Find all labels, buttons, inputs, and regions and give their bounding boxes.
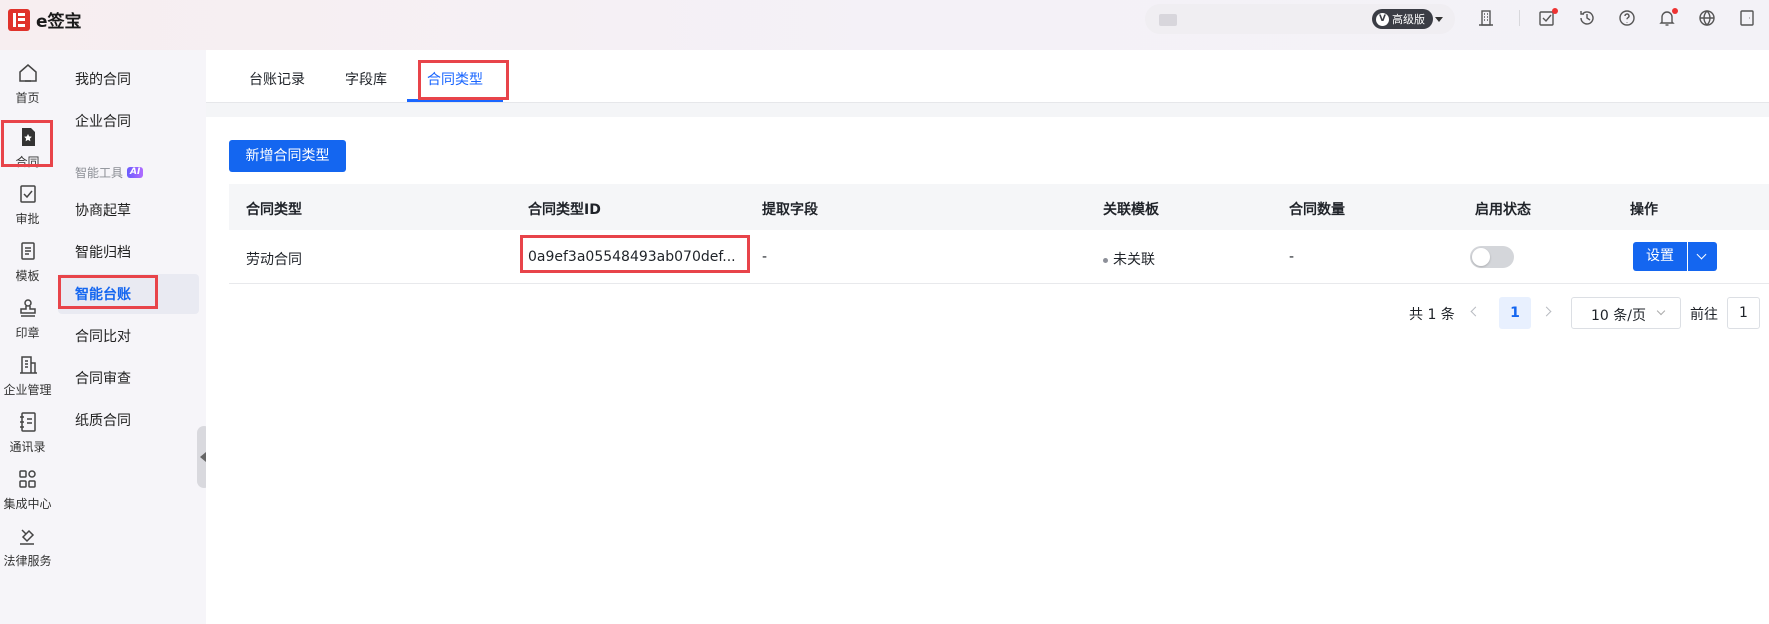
table-header: 合同类型 合同类型ID 提取字段 关联模板 合同数量 启用状态 操作 <box>229 184 1769 230</box>
toolbar-divider <box>1519 10 1520 26</box>
globe-icon[interactable] <box>1698 9 1716 27</box>
template-status: 未关联 <box>1113 252 1155 268</box>
notification-dot <box>1552 8 1558 14</box>
top-bar: e签宝 V 高级版 <box>0 0 1769 50</box>
highlight-contract-types-tab <box>418 60 509 100</box>
main-content: 台账记录 字段库 合同类型 新增合同类型 合同类型 合同类型ID 提取字段 关联… <box>206 50 1769 624</box>
rail-label: 集成中心 <box>3 497 52 511</box>
edition-badge: V 高级版 <box>1372 9 1433 29</box>
subnav-item-negotiate[interactable]: 协商起草 <box>75 200 131 220</box>
column-header: 合同类型 <box>246 202 302 218</box>
contacts-icon <box>19 412 36 432</box>
enterprise-icon <box>19 356 37 374</box>
pagination-total: 共 1 条 <box>1409 307 1455 323</box>
enable-toggle[interactable] <box>1470 246 1514 268</box>
rail-item-legal[interactable]: 法律服务 <box>0 518 55 576</box>
subnav-item-paper[interactable]: 纸质合同 <box>75 410 131 430</box>
org-name-placeholder <box>1159 14 1177 26</box>
more-actions-dropdown[interactable] <box>1688 242 1717 271</box>
rail-item-integration[interactable]: 集成中心 <box>0 461 55 519</box>
table-row: 劳动合同 0a9ef3a05548493ab070def... - 未关联 - … <box>229 230 1769 284</box>
column-header: 关联模板 <box>1103 202 1159 218</box>
tab-field-library[interactable]: 字段库 <box>345 69 387 89</box>
home-icon <box>18 64 37 82</box>
integration-icon <box>18 470 36 488</box>
rail-item-contacts[interactable]: 通讯录 <box>0 404 55 462</box>
rail-item-approval[interactable]: 审批 <box>0 176 55 234</box>
column-header: 提取字段 <box>762 202 818 218</box>
goto-page-input[interactable]: 1 <box>1727 297 1760 329</box>
legal-icon <box>19 529 34 545</box>
bell-icon[interactable] <box>1658 8 1678 27</box>
highlight-ledger-nav <box>58 275 158 309</box>
rail-label: 通讯录 <box>9 440 46 454</box>
rail-label: 印章 <box>15 326 40 340</box>
building-icon[interactable] <box>1477 9 1495 27</box>
highlight-contract-nav <box>1 120 53 167</box>
subnav-item-enterprise-contracts[interactable]: 企业合同 <box>75 111 131 131</box>
notification-dot <box>1672 8 1678 14</box>
column-header: 操作 <box>1630 202 1658 218</box>
highlight-contract-type-id <box>520 235 750 273</box>
rail-label: 企业管理 <box>3 383 52 397</box>
section-label: 智能工具 <box>75 166 124 180</box>
cell-contract-count: - <box>1289 249 1295 265</box>
rail-label: 首页 <box>15 91 40 105</box>
prev-page-icon[interactable] <box>1470 306 1481 317</box>
seal-icon <box>19 299 36 317</box>
subnav-item-my-contracts[interactable]: 我的合同 <box>75 69 131 89</box>
org-switcher[interactable]: V 高级版 <box>1145 4 1455 34</box>
tab-bar: 台账记录 字段库 合同类型 <box>206 50 1769 103</box>
rail-item-template[interactable]: 模板 <box>0 233 55 291</box>
ai-badge: AI <box>127 167 144 178</box>
page-button[interactable]: 1 <box>1499 297 1531 329</box>
rail-label: 模板 <box>15 269 40 283</box>
help-icon[interactable] <box>1618 9 1636 27</box>
page-size-select[interactable]: 10 条/页 <box>1571 297 1681 329</box>
next-page-icon[interactable] <box>1541 306 1552 317</box>
status-dot <box>1103 257 1108 263</box>
app-logo[interactable]: e签宝 <box>8 7 82 32</box>
todo-icon[interactable] <box>1538 8 1558 27</box>
page-size-value: 10 条/页 <box>1591 308 1646 324</box>
template-icon <box>20 242 35 260</box>
pagination: 共 1 条 1 10 条/页 前往 1 <box>206 297 1769 329</box>
rail-label: 法律服务 <box>3 554 52 568</box>
tab-divider-strip <box>206 103 1769 117</box>
app-name: e签宝 <box>36 12 82 32</box>
contract-subnav: 我的合同 企业合同 智能工具 AI 协商起草 智能归档 智能台账 合同比对 合同… <box>55 50 206 624</box>
subnav-item-compare[interactable]: 合同比对 <box>75 326 131 346</box>
caret-down-icon[interactable] <box>1435 17 1443 22</box>
rail-item-seal[interactable]: 印章 <box>0 290 55 348</box>
logo-icon <box>8 8 30 31</box>
exit-icon[interactable] <box>1738 9 1756 27</box>
vip-icon: V <box>1376 12 1389 26</box>
rail-item-home[interactable]: 首页 <box>0 55 55 113</box>
rail-label: 审批 <box>15 212 40 226</box>
settings-button[interactable]: 设置 <box>1633 242 1687 271</box>
edition-label: 高级版 <box>1392 13 1425 26</box>
cell-contract-type: 劳动合同 <box>246 252 302 268</box>
goto-label: 前往 <box>1690 307 1718 323</box>
rail-item-enterprise[interactable]: 企业管理 <box>0 347 55 405</box>
column-header: 启用状态 <box>1475 202 1531 218</box>
approval-icon <box>19 185 36 203</box>
history-icon[interactable] <box>1578 9 1596 27</box>
subnav-item-archive[interactable]: 智能归档 <box>75 242 131 262</box>
column-header: 合同数量 <box>1289 202 1345 218</box>
tab-ledger-records[interactable]: 台账记录 <box>249 69 305 89</box>
cell-extract-fields: - <box>762 249 768 265</box>
column-header: 合同类型ID <box>528 202 601 218</box>
subnav-section-tools: 智能工具 AI <box>75 164 144 181</box>
subnav-item-review[interactable]: 合同审查 <box>75 368 131 388</box>
cell-linked-template: 未关联 <box>1103 249 1155 269</box>
add-contract-type-button[interactable]: 新增合同类型 <box>229 140 346 172</box>
